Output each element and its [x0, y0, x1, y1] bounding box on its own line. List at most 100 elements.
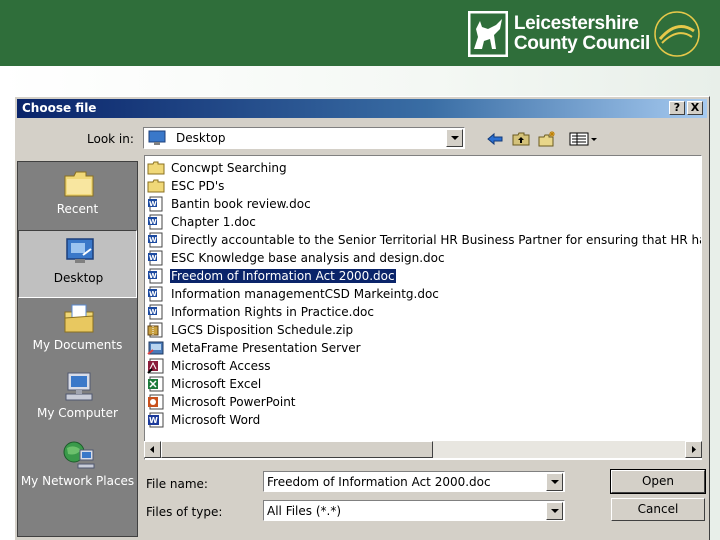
powerpoint-icon [148, 394, 164, 410]
look-in-label: Look in: [87, 132, 134, 146]
look-in-dropdown-button[interactable] [446, 129, 463, 147]
horizontal-scrollbar[interactable] [144, 441, 702, 458]
word-doc-icon: W [148, 268, 163, 284]
file-type-select[interactable]: All Files (*.*) [263, 500, 565, 521]
scroll-right-button[interactable] [685, 441, 702, 458]
file-name-label: File name: [146, 477, 208, 491]
metaframe-icon [147, 341, 164, 355]
place-label: My Documents [32, 338, 123, 352]
file-name: Microsoft PowerPoint [171, 395, 296, 409]
svg-text:W: W [149, 290, 157, 298]
svg-text:W: W [149, 416, 158, 425]
arrow-right-icon [692, 446, 696, 453]
file-name-dropdown-button[interactable] [546, 473, 563, 491]
list-item[interactable]: W Information Rights in Practice.doc [147, 303, 375, 321]
list-item[interactable]: MetaFrame Presentation Server [147, 339, 362, 357]
recent-icon [64, 171, 94, 197]
look-in-dropdown[interactable]: Desktop [143, 127, 465, 149]
word-doc-icon: W [148, 214, 163, 230]
view-menu-button[interactable] [567, 129, 601, 149]
list-item[interactable]: W Microsoft Word [147, 411, 261, 429]
list-item-selected[interactable]: W Freedom of Information Act 2000.doc [147, 267, 397, 285]
list-item[interactable]: Microsoft PowerPoint [147, 393, 297, 411]
back-button[interactable] [485, 129, 505, 149]
up-folder-button[interactable] [511, 129, 531, 149]
choose-file-dialog: Choose file ? X Look in: Desktop Recent … [14, 96, 710, 540]
place-recent[interactable]: Recent [18, 162, 137, 230]
close-button[interactable]: X [687, 101, 703, 115]
view-menu-icon [569, 132, 597, 146]
places-bar: Recent Desktop My Documents My Computer … [17, 161, 138, 537]
scroll-left-button[interactable] [144, 441, 161, 458]
place-label: My Network Places [20, 474, 135, 488]
council-name-line2: County Council [513, 33, 650, 54]
folder-icon [147, 179, 165, 193]
desktop-icon [66, 238, 94, 263]
word-doc-icon: W [148, 250, 163, 266]
arrow-left-icon [150, 446, 154, 453]
file-name: Bantin book review.doc [171, 197, 311, 211]
excel-icon [148, 376, 164, 392]
word-doc-icon: W [148, 232, 163, 248]
list-item[interactable]: W ESC Knowledge base analysis and design… [147, 249, 446, 267]
file-name: Chapter 1.doc [171, 215, 256, 229]
place-my-computer[interactable]: My Computer [18, 366, 137, 434]
file-type-label: Files of type: [146, 505, 223, 519]
council-name: Leicestershire County Council [514, 14, 650, 54]
list-item[interactable]: Microsoft Access [147, 357, 272, 375]
svg-text:W: W [149, 236, 157, 244]
file-name: Freedom of Information Act 2000.doc [169, 268, 397, 284]
file-name: Information Rights in Practice.doc [171, 305, 374, 319]
file-name: ESC Knowledge base analysis and design.d… [171, 251, 445, 265]
scroll-thumb[interactable] [161, 441, 433, 458]
file-name: Microsoft Excel [171, 377, 262, 391]
list-item[interactable]: ESC PD's [147, 177, 225, 195]
back-icon [487, 132, 503, 146]
list-item[interactable]: W Chapter 1.doc [147, 213, 257, 231]
up-folder-icon [512, 132, 530, 146]
file-name: LGCS Disposition Schedule.zip [171, 323, 354, 337]
file-name-input[interactable]: Freedom of Information Act 2000.doc [267, 475, 491, 489]
cancel-button[interactable]: Cancel [611, 498, 705, 521]
council-logo: Leicestershire County Council [467, 8, 702, 60]
word-icon: W [148, 412, 164, 428]
help-button[interactable]: ? [669, 101, 685, 115]
word-doc-icon: W [148, 304, 163, 320]
open-button[interactable]: Open [610, 469, 706, 494]
list-item[interactable]: Microsoft Excel [147, 375, 262, 393]
svg-text:W: W [149, 254, 157, 262]
list-item[interactable]: W Bantin book review.doc [147, 195, 312, 213]
file-type-dropdown-button[interactable] [546, 502, 563, 520]
dialog-title-bar[interactable]: Choose file ? X [17, 99, 707, 118]
word-doc-icon: W [148, 286, 163, 302]
file-name: ESC PD's [171, 179, 225, 193]
place-my-network-places[interactable]: My Network Places [18, 434, 137, 514]
my-computer-icon [65, 372, 93, 401]
list-item[interactable]: LGCS Disposition Schedule.zip [147, 321, 354, 339]
place-my-documents[interactable]: My Documents [18, 298, 137, 366]
dialog-title: Choose file [22, 101, 97, 115]
file-list[interactable]: Concwpt Searching ESC PD's W Bantin book… [144, 155, 702, 460]
file-name: Microsoft Word [171, 413, 261, 427]
slide-banner: Leicestershire County Council [0, 0, 720, 66]
new-folder-button[interactable] [537, 129, 557, 149]
file-name-combo[interactable]: Freedom of Information Act 2000.doc [263, 471, 565, 492]
file-name: Microsoft Access [171, 359, 271, 373]
list-item[interactable]: W Directly accountable to the Senior Ter… [147, 231, 701, 249]
file-name: Concwpt Searching [171, 161, 287, 175]
file-type-value: All Files (*.*) [267, 504, 342, 518]
place-label: Recent [56, 202, 99, 216]
excellent-council-seal-icon [654, 11, 700, 57]
list-item[interactable]: Concwpt Searching [147, 159, 288, 177]
desktop-icon [148, 130, 166, 145]
look-in-value: Desktop [176, 131, 226, 145]
svg-text:W: W [149, 308, 157, 316]
network-places-icon [63, 441, 95, 469]
access-icon [147, 358, 164, 374]
place-desktop[interactable]: Desktop [18, 230, 137, 298]
place-label: Desktop [53, 271, 104, 285]
svg-text:W: W [149, 218, 157, 226]
list-item[interactable]: W Information managementCSD Markeintg.do… [147, 285, 440, 303]
council-name-line1: Leicestershire [513, 13, 639, 34]
my-documents-icon [64, 304, 94, 333]
